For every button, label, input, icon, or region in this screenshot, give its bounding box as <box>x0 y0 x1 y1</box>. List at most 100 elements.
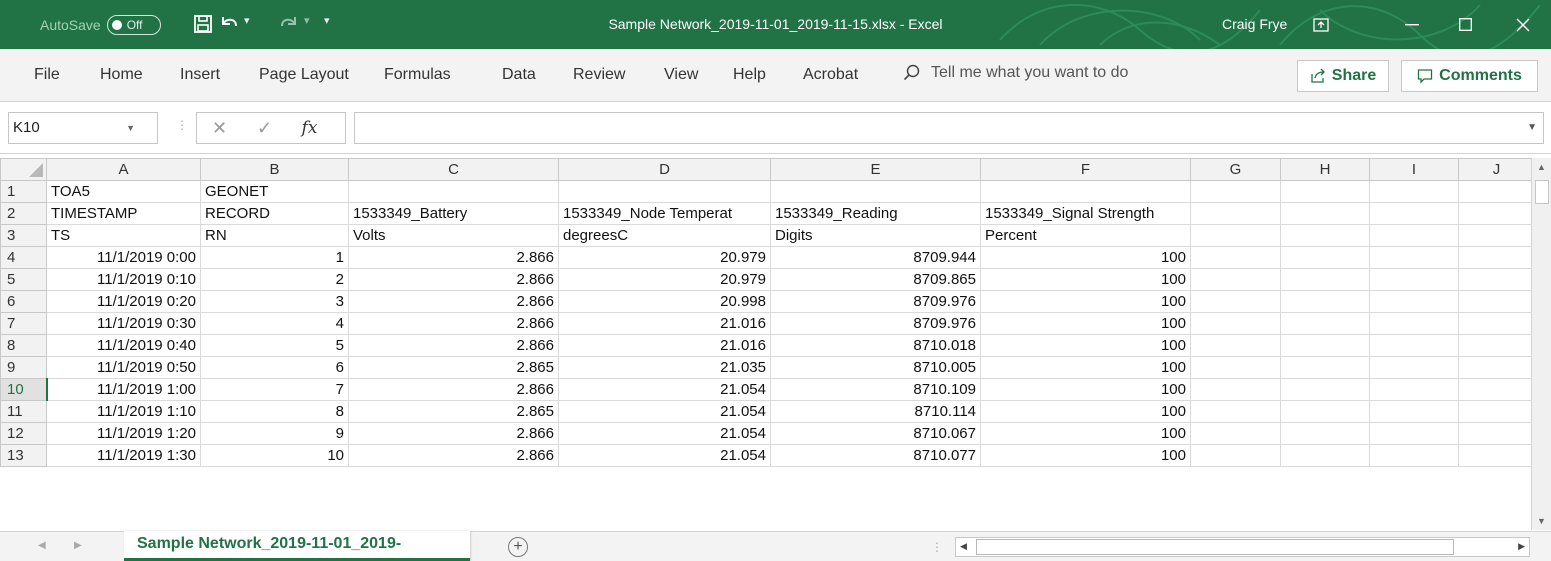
cell-j7[interactable] <box>1458 312 1535 335</box>
column-header-c[interactable]: C <box>348 158 559 181</box>
comments-button[interactable]: Comments <box>1401 60 1538 92</box>
cell-j11[interactable] <box>1458 400 1535 423</box>
cell-h7[interactable] <box>1280 312 1370 335</box>
name-box[interactable]: K10 ▼ <box>8 112 158 144</box>
cell-c1[interactable] <box>348 180 559 203</box>
cell-c11[interactable]: 2.865 <box>348 400 559 423</box>
select-all-corner[interactable] <box>0 158 47 181</box>
cell-h12[interactable] <box>1280 422 1370 445</box>
cell-j1[interactable] <box>1458 180 1535 203</box>
share-button[interactable]: Share <box>1297 60 1389 92</box>
cell-c12[interactable]: 2.866 <box>348 422 559 445</box>
cell-e12[interactable]: 8710.067 <box>770 422 981 445</box>
vertical-scroll-thumb[interactable] <box>1535 180 1549 204</box>
row-header[interactable]: 10 <box>0 378 48 401</box>
cell-f13[interactable]: 100 <box>980 444 1191 467</box>
cell-i4[interactable] <box>1369 246 1459 269</box>
cell-f5[interactable]: 100 <box>980 268 1191 291</box>
cell-f8[interactable]: 100 <box>980 334 1191 357</box>
menu-page-layout[interactable]: Page Layout <box>259 66 349 84</box>
scroll-right-icon[interactable]: ▶ <box>1518 541 1525 552</box>
cell-g11[interactable] <box>1190 400 1281 423</box>
cell-g8[interactable] <box>1190 334 1281 357</box>
row-header[interactable]: 6 <box>0 290 47 313</box>
cell-e8[interactable]: 8710.018 <box>770 334 981 357</box>
cell-j10[interactable] <box>1458 378 1535 401</box>
cell-b3[interactable]: RN <box>200 224 349 247</box>
row-header[interactable]: 2 <box>0 202 47 225</box>
cell-h1[interactable] <box>1280 180 1370 203</box>
cell-g12[interactable] <box>1190 422 1281 445</box>
row-header[interactable]: 12 <box>0 422 47 445</box>
cell-e3[interactable]: Digits <box>770 224 981 247</box>
cell-f9[interactable]: 100 <box>980 356 1191 379</box>
cell-a10[interactable]: 11/1/2019 1:00 <box>46 378 201 401</box>
cell-c3[interactable]: Volts <box>348 224 559 247</box>
cell-d8[interactable]: 21.016 <box>558 334 771 357</box>
menu-review[interactable]: Review <box>573 66 625 84</box>
cell-e7[interactable]: 8709.976 <box>770 312 981 335</box>
cell-f7[interactable]: 100 <box>980 312 1191 335</box>
cell-f10[interactable]: 100 <box>980 378 1191 401</box>
cell-b13[interactable]: 10 <box>200 444 349 467</box>
vertical-scrollbar[interactable]: ▲ ▼ <box>1531 158 1551 530</box>
cell-f1[interactable] <box>980 180 1191 203</box>
column-header-b[interactable]: B <box>200 158 349 181</box>
cell-h3[interactable] <box>1280 224 1370 247</box>
cell-i7[interactable] <box>1369 312 1459 335</box>
cell-b2[interactable]: RECORD <box>200 202 349 225</box>
cell-h10[interactable] <box>1280 378 1370 401</box>
column-header-j[interactable]: J <box>1458 158 1535 181</box>
cell-e9[interactable]: 8710.005 <box>770 356 981 379</box>
redo-icon[interactable] <box>276 11 302 37</box>
cell-g10[interactable] <box>1190 378 1281 401</box>
autosave-toggle[interactable]: AutoSave Off <box>40 15 161 35</box>
cell-h9[interactable] <box>1280 356 1370 379</box>
cell-f12[interactable]: 100 <box>980 422 1191 445</box>
menu-file[interactable]: File <box>34 66 60 84</box>
cell-a5[interactable]: 11/1/2019 0:10 <box>46 268 201 291</box>
horizontal-scrollbar[interactable]: ◀ ▶ <box>955 537 1530 557</box>
undo-icon[interactable] <box>216 11 242 37</box>
ribbon-display-options-icon[interactable] <box>1298 0 1344 49</box>
cell-a11[interactable]: 11/1/2019 1:10 <box>46 400 201 423</box>
cell-f2[interactable]: 1533349_Signal Strength <box>980 202 1191 225</box>
cell-c7[interactable]: 2.866 <box>348 312 559 335</box>
enter-icon[interactable]: ✓ <box>242 118 287 139</box>
cell-g2[interactable] <box>1190 202 1281 225</box>
row-header[interactable]: 3 <box>0 224 47 247</box>
menu-data[interactable]: Data <box>502 66 536 84</box>
cell-i2[interactable] <box>1369 202 1459 225</box>
menu-acrobat[interactable]: Acrobat <box>803 66 858 84</box>
cell-g13[interactable] <box>1190 444 1281 467</box>
cell-c9[interactable]: 2.865 <box>348 356 559 379</box>
cell-a7[interactable]: 11/1/2019 0:30 <box>46 312 201 335</box>
resize-handle-icon[interactable]: ⋮ <box>176 118 188 132</box>
tell-me-search[interactable]: Tell me what you want to do <box>903 64 1128 82</box>
cell-i8[interactable] <box>1369 334 1459 357</box>
cell-b6[interactable]: 3 <box>200 290 349 313</box>
row-header[interactable]: 9 <box>0 356 47 379</box>
horizontal-scroll-thumb[interactable] <box>976 539 1454 555</box>
user-name[interactable]: Craig Frye <box>1222 16 1287 32</box>
cell-c10[interactable]: 2.866 <box>348 378 559 401</box>
cell-g1[interactable] <box>1190 180 1281 203</box>
cell-e1[interactable] <box>770 180 981 203</box>
insert-function-icon[interactable]: fx <box>287 118 332 138</box>
add-sheet-icon[interactable]: + <box>508 537 528 557</box>
cell-j8[interactable] <box>1458 334 1535 357</box>
column-header-a[interactable]: A <box>46 158 201 181</box>
cell-d7[interactable]: 21.016 <box>558 312 771 335</box>
cell-g6[interactable] <box>1190 290 1281 313</box>
cell-i12[interactable] <box>1369 422 1459 445</box>
menu-insert[interactable]: Insert <box>180 66 220 84</box>
cell-a8[interactable]: 11/1/2019 0:40 <box>46 334 201 357</box>
cell-h11[interactable] <box>1280 400 1370 423</box>
scroll-left-icon[interactable]: ◀ <box>960 541 967 552</box>
cell-a2[interactable]: TIMESTAMP <box>46 202 201 225</box>
column-header-h[interactable]: H <box>1280 158 1370 181</box>
cancel-icon[interactable]: ✕ <box>197 118 242 139</box>
cell-c2[interactable]: 1533349_Battery <box>348 202 559 225</box>
cell-g4[interactable] <box>1190 246 1281 269</box>
cell-b8[interactable]: 5 <box>200 334 349 357</box>
